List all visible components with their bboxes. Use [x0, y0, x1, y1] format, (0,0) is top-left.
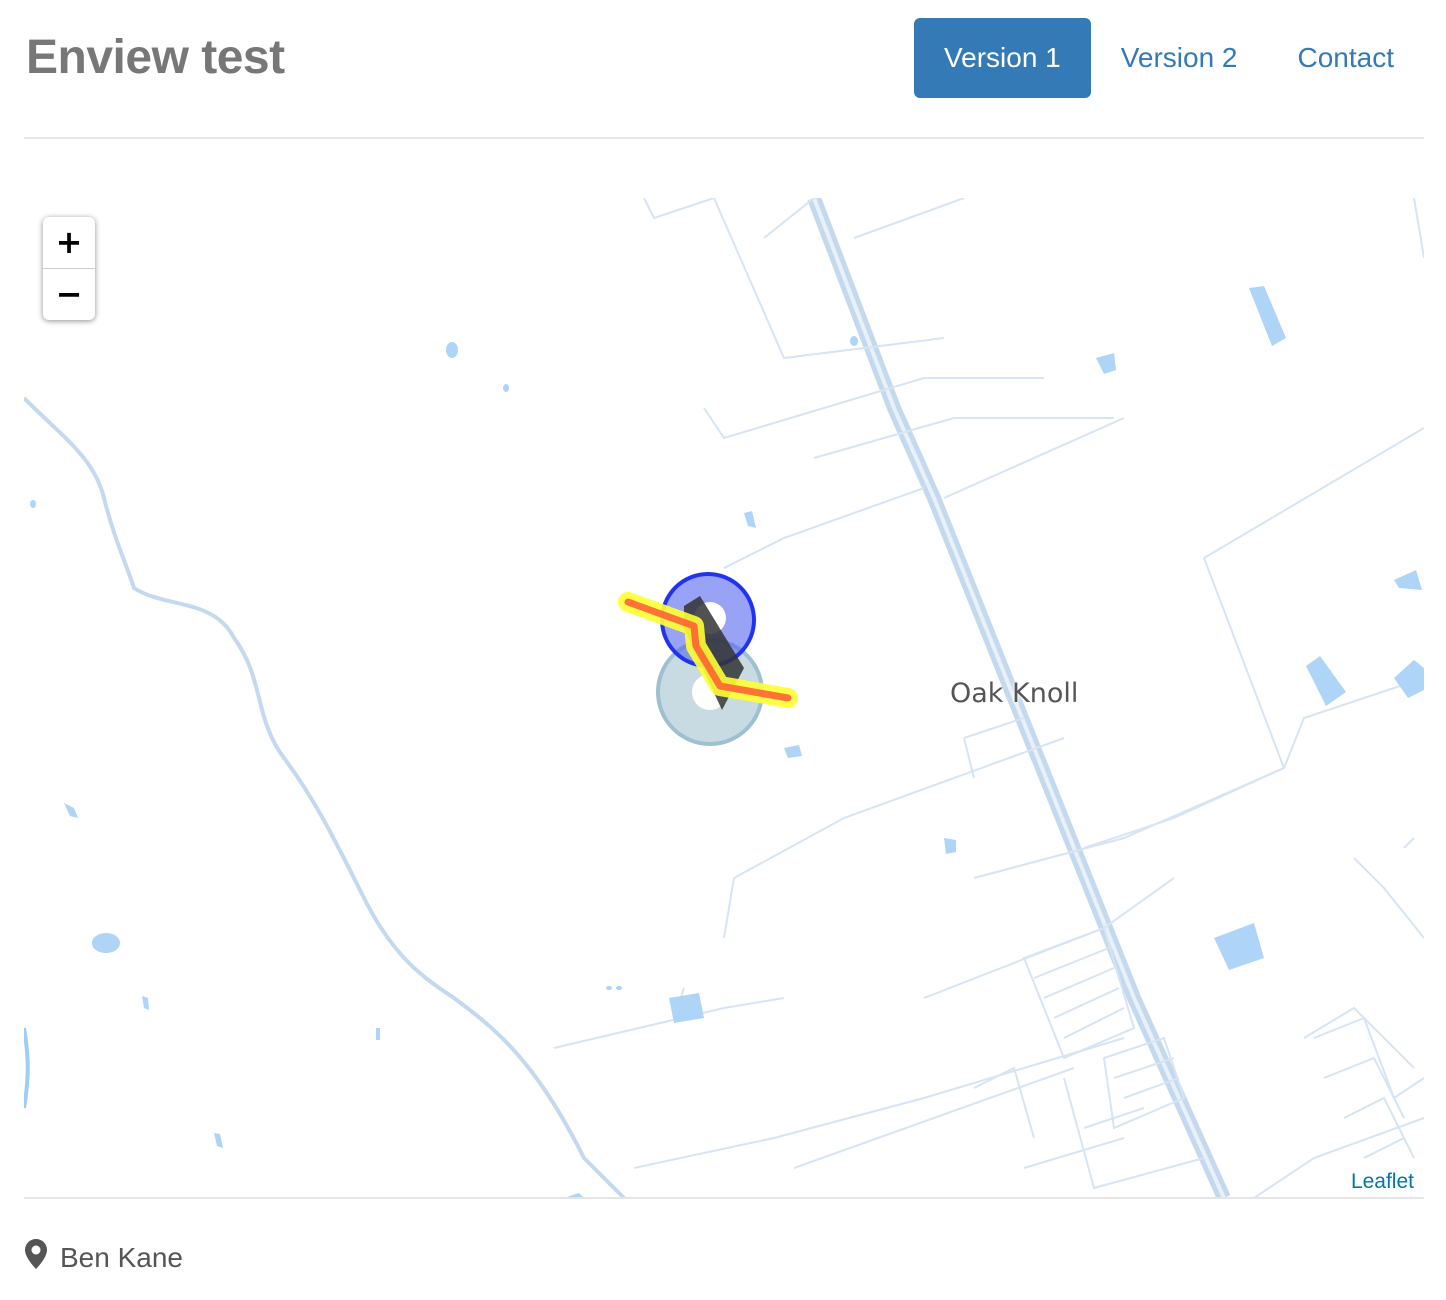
- zoom-out-button[interactable]: −: [43, 268, 95, 320]
- zoom-in-button[interactable]: +: [43, 217, 95, 268]
- basemap: [24, 198, 1424, 1198]
- map-container[interactable]: Oak Knoll + − Leaflet: [24, 198, 1424, 1198]
- leaflet-attribution-link[interactable]: Leaflet: [1346, 1170, 1414, 1196]
- footer-divider: [24, 1197, 1424, 1199]
- nav-version-1[interactable]: Version 1: [914, 18, 1091, 98]
- site-title: Enview test: [26, 31, 285, 84]
- footer: Ben Kane: [24, 1238, 183, 1277]
- map-marker-icon: [24, 1238, 48, 1277]
- nav-version-2[interactable]: Version 2: [1091, 18, 1268, 98]
- nav-contact[interactable]: Contact: [1268, 18, 1425, 98]
- author-name: Ben Kane: [60, 1241, 183, 1273]
- main-nav: Version 1 Version 2 Contact: [914, 18, 1424, 98]
- river: [24, 396, 626, 1198]
- place-label: Oak Knoll: [950, 678, 1079, 709]
- zoom-control: + −: [43, 217, 95, 320]
- site-header: Enview test Version 1 Version 2 Contact: [24, 0, 1424, 139]
